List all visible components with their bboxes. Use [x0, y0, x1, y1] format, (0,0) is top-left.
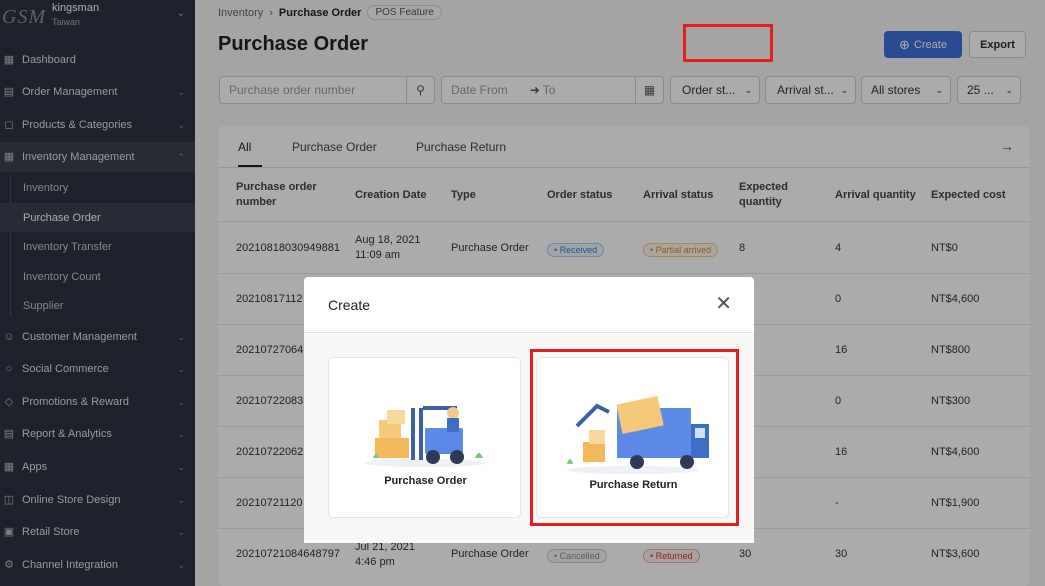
- close-icon[interactable]: ✕: [715, 294, 732, 314]
- purchase-order-option[interactable]: Purchase Order: [328, 357, 521, 518]
- modal-header: Create ✕: [304, 277, 754, 333]
- create-button-highlight: [683, 24, 773, 62]
- purchase-order-option-label: Purchase Order: [384, 475, 467, 487]
- forklift-illustration-icon: [365, 406, 485, 467]
- purchase-return-highlight: [530, 349, 739, 526]
- modal-title: Create: [328, 297, 371, 313]
